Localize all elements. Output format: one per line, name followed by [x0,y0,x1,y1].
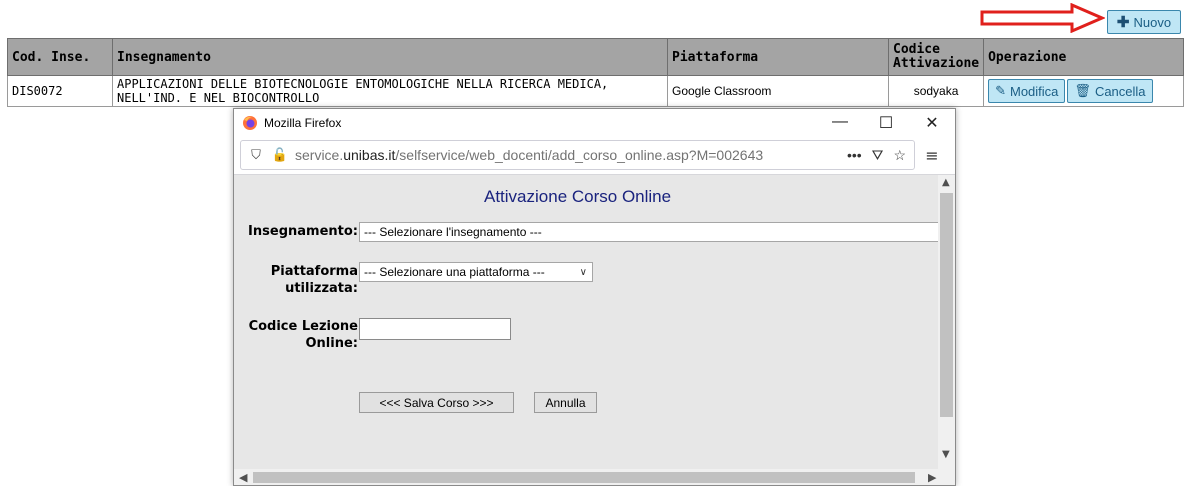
url-text: service.unibas.it/selfservice/web_docent… [295,147,763,163]
courses-table: Cod. Inse. Insegnamento Piattaforma Codi… [7,38,1184,107]
col-header-codice-attivazione: Codice Attivazione [887,38,985,76]
cell-cod: DIS0072 [7,75,113,107]
more-actions-icon[interactable]: ••• [847,147,862,164]
insegnamento-select-value: --- Selezionare l'insegnamento --- [364,225,542,239]
address-field[interactable]: ⛉ 🔓 service.unibas.it/selfservice/web_do… [240,140,915,170]
col-header-cod: Cod. Inse. [7,38,113,76]
horizontal-scroll-thumb[interactable] [253,472,915,483]
scroll-left-arrow-icon[interactable]: ◀ [239,471,247,484]
firefox-logo-icon [243,115,257,130]
piattaforma-label-line1: Piattaforma [270,264,358,279]
col-header-piattaforma: Piattaforma [667,38,889,76]
table-header: Cod. Inse. Insegnamento Piattaforma Codi… [7,38,1184,76]
plus-icon: ✚ [1116,13,1130,31]
cell-insegnamento: APPLICAZIONI DELLE BIOTECNOLOGIE ENTOMOL… [112,75,668,107]
scroll-right-arrow-icon[interactable]: ▶ [928,471,936,484]
scroll-down-arrow-icon[interactable]: ▼ [942,449,950,460]
piattaforma-select-value: --- Selezionare una piattaforma --- [364,265,545,279]
edit-button[interactable]: ✎ Modifica [988,79,1066,103]
url-bar: ⛉ 🔓 service.unibas.it/selfservice/web_do… [234,136,955,175]
minimize-icon[interactable]: — [817,113,863,133]
codice-lezione-label-line2: Online: [305,336,359,351]
piattaforma-select[interactable]: --- Selezionare una piattaforma --- ∨ [359,262,593,282]
insegnamento-select[interactable]: --- Selezionare l'insegnamento --- [359,222,949,242]
bookmark-star-icon[interactable]: ☆ [893,147,906,164]
codice-lezione-input[interactable] [359,318,511,340]
pocket-icon[interactable]: ⛛ [872,147,884,164]
save-course-button[interactable]: <<< Salva Corso >>> [359,392,514,413]
col-header-codice: Codice [893,42,940,57]
insegnamento-label: Insegnamento: [248,224,358,239]
pencil-icon: ✎ [995,83,1006,98]
scroll-up-arrow-icon[interactable]: ▲ [942,177,950,188]
col-header-operazione: Operazione [983,38,1184,76]
insecure-lock-icon[interactable]: 🔓 [271,147,289,163]
vertical-scroll-thumb[interactable] [940,193,953,417]
delete-button[interactable]: 🗑 Cancella [1067,79,1153,103]
edit-button-label: Modifica [1010,83,1059,99]
cancel-button[interactable]: Annulla [534,392,597,413]
codice-lezione-label-line1: Codice Lezione [248,319,358,334]
firefox-popup-window: Mozilla Firefox — ☐ ✕ ⛉ 🔓 service.unibas… [233,108,956,486]
delete-button-label: Cancella [1094,83,1146,99]
col-header-attivazione: Attivazione [893,56,980,71]
page-content: Attivazione Corso Online Insegnamento: -… [234,175,949,469]
col-header-insegnamento: Insegnamento [112,38,668,76]
maximize-icon[interactable]: ☐ [863,113,909,133]
window-titlebar: Mozilla Firefox — ☐ ✕ [234,109,955,136]
new-button-label: Nuovo [1133,14,1172,30]
cell-operazione: ✎ Modifica 🗑 Cancella [983,75,1184,107]
table-row: DIS0072 APPLICAZIONI DELLE BIOTECNOLOGIE… [7,75,1184,107]
cell-ins-line1: APPLICAZIONI DELLE BIOTECNOLOGIE ENTOMOL… [117,77,609,91]
url-domain: unibas.it [343,147,396,163]
window-title: Mozilla Firefox [264,115,342,130]
cell-ins-line2: NELL'IND. E NEL BIOCONTROLLO [117,91,320,105]
piattaforma-label-line2: utilizzata: [285,281,358,296]
trash-icon: 🗑 [1074,83,1091,98]
horizontal-scrollbar[interactable]: ◀ ▶ [234,469,955,485]
url-path: /selfservice/web_docenti/add_corso_onlin… [395,147,764,163]
url-subdomain: service. [295,147,344,163]
hamburger-menu-icon[interactable]: ≡ [915,146,949,165]
close-icon[interactable]: ✕ [909,113,955,133]
codice-lezione-label: Codice Lezione Online: [242,318,358,352]
vertical-scrollbar[interactable]: ▲ ▼ [938,175,955,469]
shield-icon[interactable]: ⛉ [247,147,265,163]
piattaforma-label: Piattaforma utilizzata: [242,263,358,297]
cell-piattaforma: Google Classroom [667,75,889,107]
new-button[interactable]: ✚ Nuovo [1107,10,1181,34]
cell-codice: sodyaka [887,75,985,107]
red-arrow-annotation [980,3,1105,33]
chevron-down-icon: ∨ [579,266,587,278]
form-title: Attivazione Corso Online [484,187,672,206]
